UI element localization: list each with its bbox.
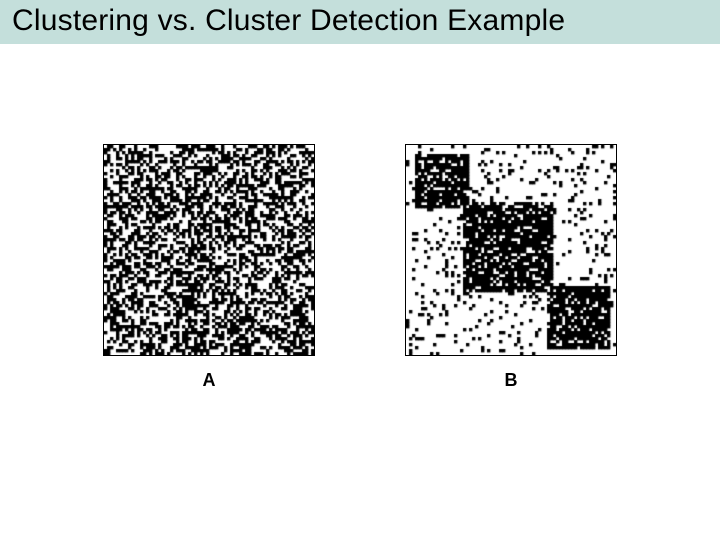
panel-a: A	[103, 144, 315, 391]
matrix-a	[103, 144, 315, 356]
matrix-a-canvas	[104, 145, 314, 355]
content-row: A B	[0, 144, 720, 391]
caption-a: A	[203, 370, 216, 391]
matrix-b-canvas	[406, 145, 616, 355]
panel-b: B	[405, 144, 617, 391]
caption-b: B	[505, 370, 518, 391]
slide-title: Clustering vs. Cluster Detection Example	[0, 0, 720, 44]
matrix-b	[405, 144, 617, 356]
